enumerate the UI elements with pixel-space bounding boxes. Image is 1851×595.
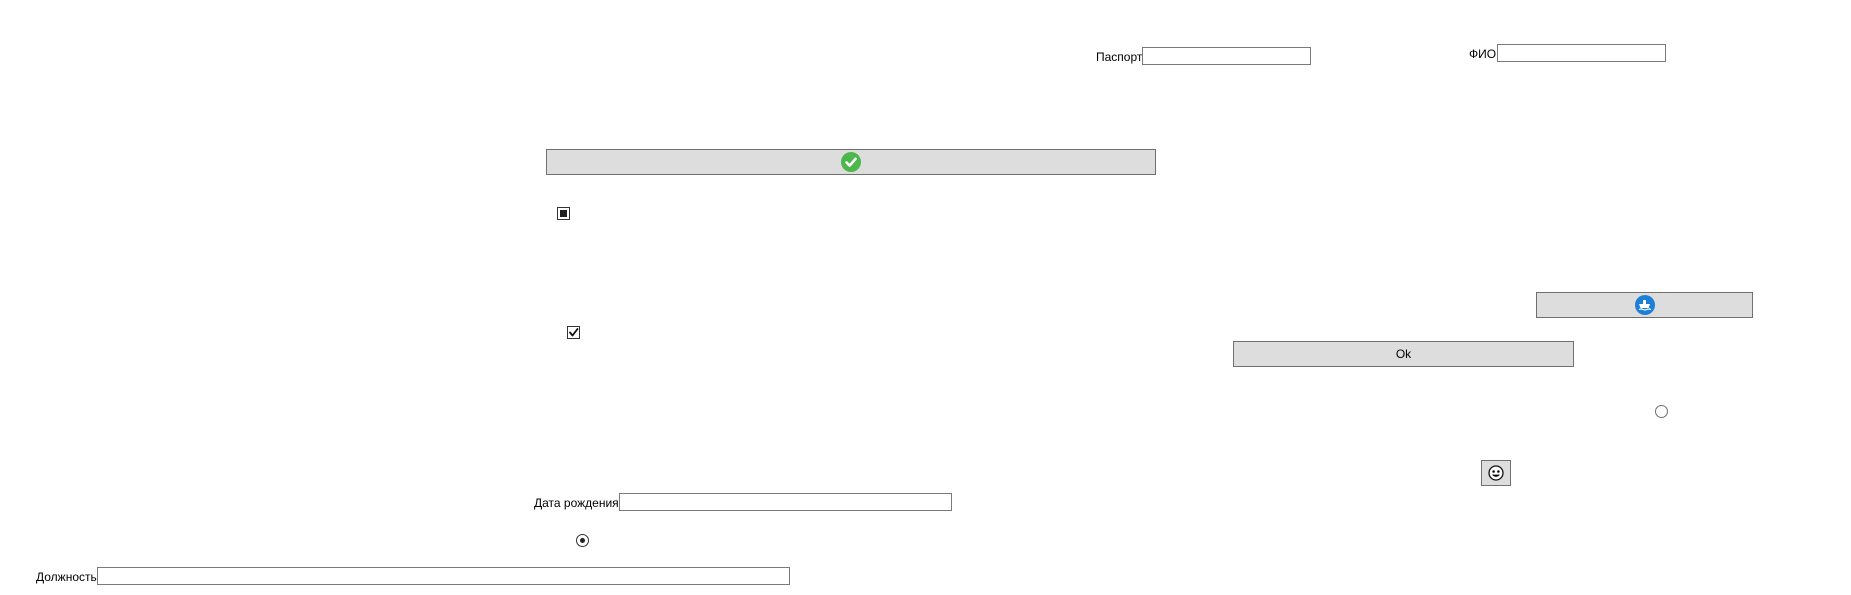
position-input[interactable] xyxy=(97,567,790,585)
passport-label: Паспорт xyxy=(1096,50,1143,64)
ok-button[interactable]: Ok xyxy=(1233,341,1574,367)
confirm-button[interactable] xyxy=(546,149,1156,175)
smiley-icon xyxy=(1488,465,1504,481)
selected-radio[interactable] xyxy=(576,534,589,547)
passport-input[interactable] xyxy=(1142,47,1311,65)
birth-date-label: Дата рождения xyxy=(534,496,619,510)
indeterminate-checkbox[interactable] xyxy=(557,207,570,220)
checked-checkbox[interactable] xyxy=(567,326,580,339)
ship-button[interactable] xyxy=(1536,292,1753,318)
smiley-button[interactable] xyxy=(1481,460,1511,486)
fio-input[interactable] xyxy=(1497,44,1666,62)
check-circle-icon xyxy=(841,152,861,172)
fio-label: ФИО xyxy=(1469,47,1497,61)
ok-button-label: Ok xyxy=(1395,347,1412,361)
birth-date-input[interactable] xyxy=(619,493,952,511)
unselected-radio[interactable] xyxy=(1655,405,1668,418)
ship-icon xyxy=(1634,295,1655,315)
position-label: Должность xyxy=(36,570,97,584)
